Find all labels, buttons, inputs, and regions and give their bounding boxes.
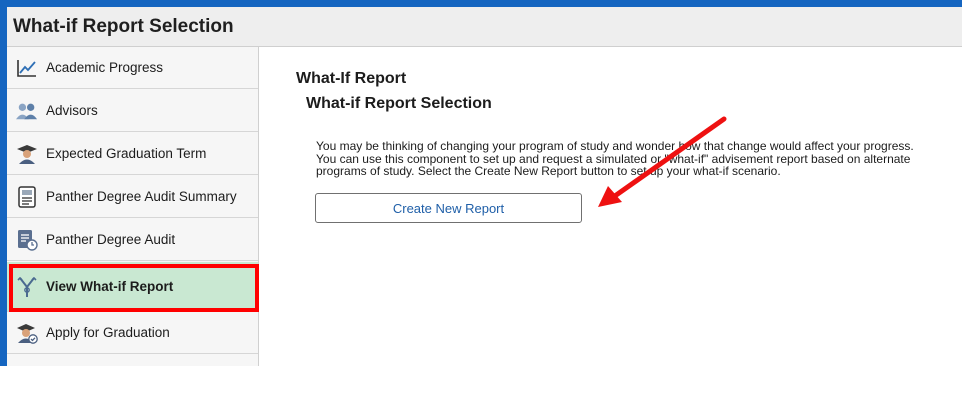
sidebar-item-partial: [7, 355, 258, 397]
sidebar-item-apply-for-graduation[interactable]: Apply for Graduation: [7, 312, 258, 354]
sidebar-item-label: Academic Progress: [46, 60, 164, 75]
chart-line-icon: [16, 57, 38, 79]
section-title: What-if Report Selection: [306, 95, 492, 112]
sidebar-item-advisors[interactable]: Advisors: [7, 90, 258, 132]
sidebar-item-label: Apply for Graduation: [46, 325, 170, 340]
sidebar-item-view-what-if-report[interactable]: View What-if Report: [7, 262, 258, 312]
audit-document-icon: [16, 229, 38, 251]
document-icon: [16, 185, 38, 208]
main-content: What-If Report What-if Report Selection …: [260, 47, 962, 366]
header-title: What-if Report Selection: [13, 16, 234, 37]
sidebar-item-expected-graduation-term[interactable]: Expected Graduation Term: [7, 133, 258, 175]
sidebar: Academic Progress Advisors Expected Grad…: [7, 47, 259, 366]
sidebar-item-label: Expected Graduation Term: [46, 146, 207, 161]
sidebar-item-academic-progress[interactable]: Academic Progress: [7, 47, 258, 89]
description-text: You may be thinking of changing your pro…: [316, 139, 914, 179]
graduate-icon: [16, 143, 38, 165]
people-icon: [16, 100, 38, 122]
sidebar-item-label: Panther Degree Audit: [46, 232, 176, 247]
create-new-report-button[interactable]: Create New Report: [315, 193, 582, 223]
sidebar-item-panther-degree-audit-summary[interactable]: Panther Degree Audit Summary: [7, 176, 258, 218]
graduate-check-icon: [16, 322, 38, 344]
sidebar-item-panther-degree-audit[interactable]: Panther Degree Audit: [7, 219, 258, 261]
what-if-icon: [16, 276, 38, 298]
page-header: What-if Report Selection: [7, 7, 962, 47]
sidebar-item-label: View What-if Report: [46, 279, 174, 294]
sidebar-item-label: Panther Degree Audit Summary: [46, 189, 237, 204]
sidebar-item-label: Advisors: [46, 103, 98, 118]
page-title: What-If Report: [296, 70, 407, 87]
